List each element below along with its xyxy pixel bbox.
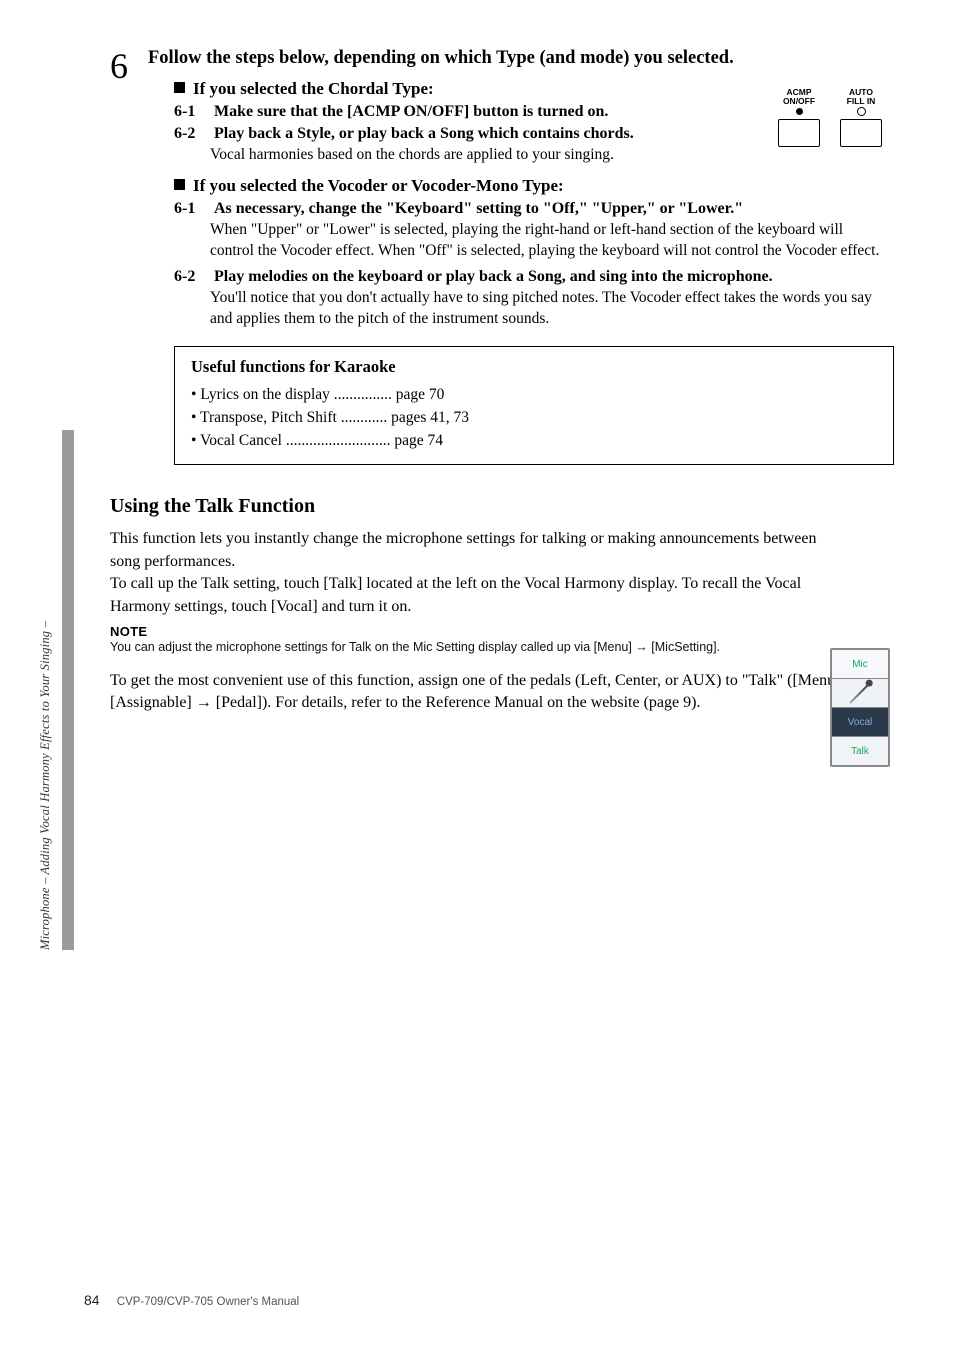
vocal-cell: Vocal [832, 708, 888, 737]
talk-cell: Talk [832, 737, 888, 765]
item-title: As necessary, change the "Keyboard" sett… [214, 200, 743, 217]
item-label: 6-2 [174, 268, 210, 286]
item-desc: When "Upper" or "Lower" is selected, pla… [210, 220, 888, 262]
acmp-label: ACMP ON/OFF [783, 88, 815, 106]
karaoke-line: Lyrics on the display ............... pa… [191, 383, 877, 406]
vocoder-item-2: 6-2 Play melodies on the keyboard or pla… [174, 268, 888, 330]
item-title: Make sure that the [ACMP ON/OFF] button … [214, 103, 608, 120]
led-on-icon [796, 106, 803, 118]
footer: 84 CVP-709/CVP-705 Owner's Manual [84, 1292, 299, 1308]
acmp-button-diagram: ACMP ON/OFF AUTO FILL IN [770, 88, 890, 147]
item-label: 6-1 [174, 103, 210, 121]
led-off-icon [857, 106, 866, 118]
auto-fill-button: AUTO FILL IN [836, 88, 886, 147]
vocoder-heading: If you selected the Vocoder or Vocoder-M… [174, 176, 888, 196]
karaoke-line: Vocal Cancel ...........................… [191, 429, 877, 452]
item-title: Play back a Style, or play back a Song w… [214, 125, 634, 142]
item-label: 6-1 [174, 200, 210, 218]
page-number: 84 [84, 1292, 100, 1308]
footer-model: CVP-709/CVP-705 Owner's Manual [117, 1296, 299, 1308]
acmp-button: ACMP ON/OFF [774, 88, 824, 147]
vocoder-item-1: 6-1 As necessary, change the "Keyboard" … [174, 200, 888, 262]
note-label: NOTE [110, 624, 890, 639]
karaoke-box: Useful functions for Karaoke Lyrics on t… [174, 346, 894, 466]
step-title: Follow the steps below, depending on whi… [148, 46, 888, 71]
button-icon [778, 119, 820, 147]
auto-label: AUTO FILL IN [847, 88, 876, 106]
step-number: 6 [110, 48, 144, 84]
item-desc: You'll notice that you don't actually ha… [210, 288, 888, 330]
talk-p2: To call up the Talk setting, touch [Talk… [110, 573, 830, 618]
item-desc: Vocal harmonies based on the chords are … [210, 145, 888, 166]
talk-heading: Using the Talk Function [110, 495, 890, 518]
mic-panel-graphic: Mic Vocal Talk [830, 648, 890, 767]
note-text: You can adjust the microphone settings f… [110, 639, 850, 656]
button-icon [840, 119, 882, 147]
talk-p3: To get the most convenient use of this f… [110, 670, 890, 715]
mic-icon [832, 679, 888, 708]
talk-p1: This function lets you instantly change … [110, 528, 830, 573]
mic-cell: Mic [832, 650, 888, 679]
karaoke-header: Useful functions for Karaoke [191, 357, 877, 377]
item-title: Play melodies on the keyboard or play ba… [214, 268, 773, 285]
karaoke-line: Transpose, Pitch Shift ............ page… [191, 406, 877, 429]
page-content: 6 Follow the steps below, depending on w… [0, 0, 954, 1348]
item-label: 6-2 [174, 125, 210, 143]
